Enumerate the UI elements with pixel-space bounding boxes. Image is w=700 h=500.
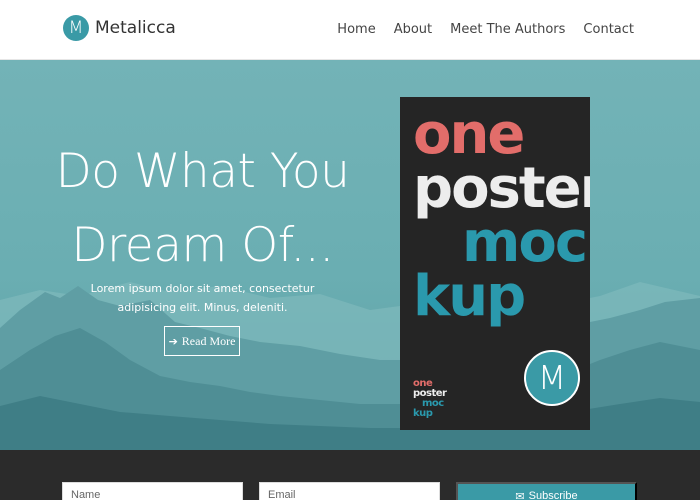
nav-about[interactable]: About [394, 22, 432, 37]
poster-word-moc: moc [462, 210, 588, 275]
hero-section: Do What You Dream Of... Lorem ipsum dolo… [0, 60, 700, 450]
nav-meet-the-authors[interactable]: Meet The Authors [450, 22, 565, 37]
hero-headline-line-1: Do What You [55, 144, 350, 199]
read-more-label: Read More [181, 333, 236, 348]
read-more-button[interactable]: ➔ Read More [164, 326, 240, 356]
hero-headline: Do What You Dream Of... [40, 135, 365, 283]
email-field[interactable]: Email [259, 482, 440, 500]
poster-word-kup: kup [413, 264, 526, 329]
envelope-icon: ✉ [515, 490, 525, 500]
nav-contact[interactable]: Contact [583, 22, 634, 37]
brand-link[interactable]: M Metalicca [63, 15, 176, 41]
name-field[interactable]: Name [62, 482, 243, 500]
brand-logo-icon: M [63, 15, 89, 41]
main-nav: Home About Meet The Authors Contact [319, 22, 634, 37]
brand-name: Metalicca [95, 18, 176, 38]
arrow-right-icon: ➔ [168, 334, 178, 348]
hero-subtext: Lorem ipsum dolor sit amet, consectetur … [90, 282, 315, 314]
subscribe-button[interactable]: ✉ Subscribe [456, 482, 637, 500]
poster-badge-icon: M [524, 350, 580, 406]
poster-word-one: one [413, 102, 525, 167]
subscribe-section: Name Email ✉ Subscribe [0, 450, 700, 500]
poster-mockup-image: one poster moc kup one poster moc kup M [400, 97, 590, 430]
subscribe-label: Subscribe [528, 490, 578, 500]
hero-headline-line-2: Dream Of... [71, 218, 334, 273]
poster-word-poster: poster [413, 156, 590, 221]
poster-mini-logo: one poster moc kup [413, 379, 447, 419]
nav-home[interactable]: Home [337, 22, 375, 37]
poster-mini-kup: kup [413, 408, 433, 419]
top-navbar: M Metalicca Home About Meet The Authors … [0, 0, 700, 60]
